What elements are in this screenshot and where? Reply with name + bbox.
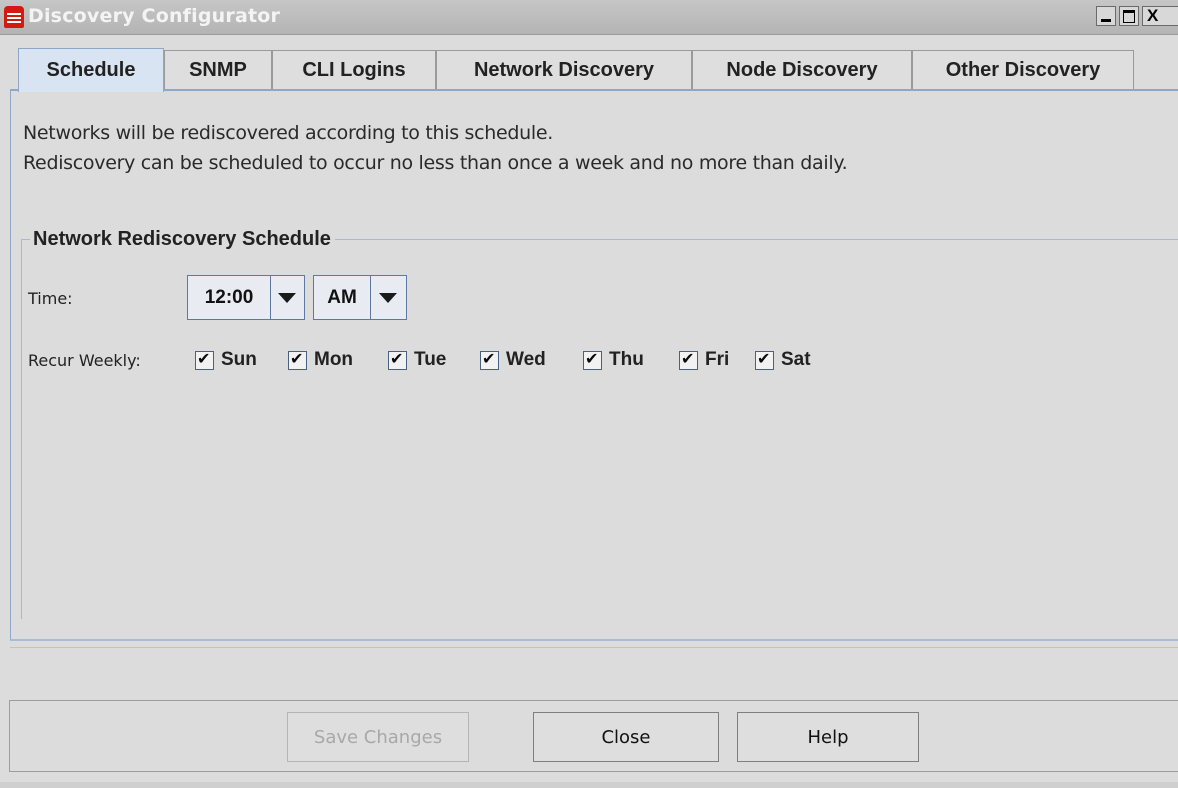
window-bottom-edge — [0, 782, 1178, 788]
help-button[interactable]: Help — [737, 712, 919, 762]
day-label: Fri — [705, 349, 730, 370]
recur-weekly-label: Recur Weekly: — [28, 351, 141, 370]
save-changes-button[interactable]: Save Changes — [287, 712, 469, 762]
group-title: Network Rediscovery Schedule — [30, 228, 335, 251]
day-label: Sat — [781, 349, 811, 370]
time-select[interactable]: 12:00 — [187, 275, 305, 320]
day-label: Tue — [414, 349, 447, 370]
day-checkbox-wed[interactable]: Wed — [480, 347, 546, 373]
title-bar[interactable]: Discovery Configurator X — [0, 0, 1178, 35]
checkbox-checked-icon[interactable] — [388, 349, 407, 370]
window-title: Discovery Configurator — [28, 5, 281, 27]
tab-other-discovery[interactable]: Other Discovery — [912, 50, 1134, 89]
day-label: Wed — [506, 349, 546, 370]
day-checkbox-sun[interactable]: Sun — [195, 347, 257, 373]
day-label: Sun — [221, 349, 257, 370]
checkbox-checked-icon[interactable] — [679, 349, 698, 370]
chevron-down-icon[interactable] — [369, 276, 406, 319]
day-checkbox-fri[interactable]: Fri — [679, 347, 729, 373]
day-checkbox-mon[interactable]: Mon — [288, 347, 353, 373]
close-window-button[interactable]: X — [1142, 6, 1178, 26]
checkbox-checked-icon[interactable] — [288, 349, 307, 370]
tab-network-discovery[interactable]: Network Discovery — [436, 50, 692, 89]
app-icon — [4, 6, 24, 28]
maximize-button[interactable] — [1119, 6, 1139, 26]
minimize-button[interactable] — [1096, 6, 1116, 26]
close-icon: X — [1147, 6, 1159, 25]
day-checkbox-sat[interactable]: Sat — [755, 347, 811, 373]
checkbox-checked-icon[interactable] — [583, 349, 602, 370]
description-line-2: Rediscovery can be scheduled to occur no… — [23, 152, 848, 174]
description-line-1: Networks will be rediscovered according … — [23, 122, 554, 144]
checkbox-checked-icon[interactable] — [755, 349, 774, 370]
day-label: Mon — [314, 349, 354, 370]
checkbox-checked-icon[interactable] — [195, 349, 214, 370]
ampm-value: AM — [314, 276, 371, 319]
divider — [10, 647, 1178, 648]
time-value: 12:00 — [188, 276, 271, 319]
close-button[interactable]: Close — [533, 712, 719, 762]
tab-schedule[interactable]: Schedule — [18, 48, 164, 92]
tab-node-discovery[interactable]: Node Discovery — [692, 50, 912, 89]
checkbox-checked-icon[interactable] — [480, 349, 499, 370]
day-checkbox-tue[interactable]: Tue — [388, 347, 446, 373]
tab-cli-logins[interactable]: CLI Logins — [272, 50, 436, 89]
tab-snmp[interactable]: SNMP — [164, 50, 272, 89]
day-label: Thu — [609, 349, 644, 370]
ampm-select[interactable]: AM — [313, 275, 407, 320]
time-label: Time: — [28, 289, 73, 308]
day-checkbox-thu[interactable]: Thu — [583, 347, 644, 373]
chevron-down-icon[interactable] — [269, 276, 304, 319]
